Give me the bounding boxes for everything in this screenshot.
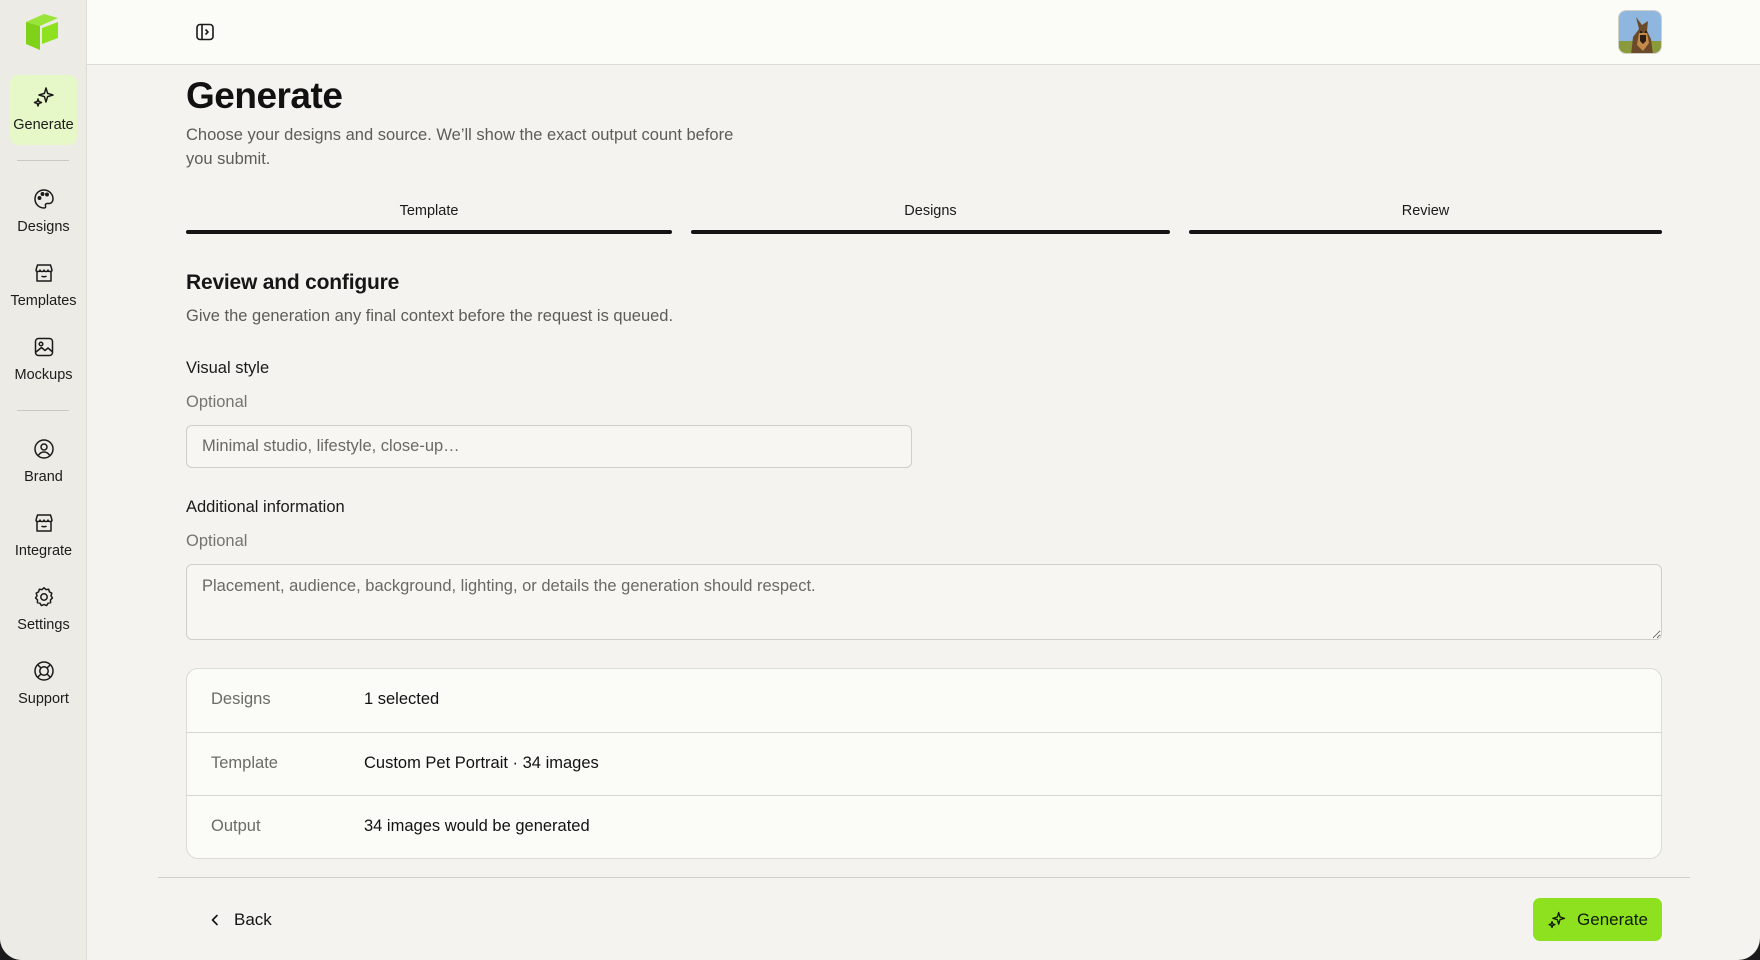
page-subtitle: Choose your designs and source. We’ll sh… <box>186 126 734 168</box>
sidebar-item-label: Designs <box>17 219 70 235</box>
section-subtitle: Give the generation any final context be… <box>186 307 674 325</box>
step-progress-bar <box>1189 230 1662 234</box>
summary-value: Custom Pet Portrait · 34 images <box>364 754 599 772</box>
sidebar-item-brand[interactable]: Brand <box>10 427 77 497</box>
topbar <box>87 0 1760 65</box>
additional-info-textarea[interactable] <box>186 564 1662 640</box>
visual-style-input[interactable] <box>186 425 912 468</box>
sidebar-item-label: Generate <box>13 117 74 133</box>
sidebar-item-generate[interactable]: Generate <box>10 75 77 145</box>
sidebar-item-settings[interactable]: Settings <box>10 575 77 645</box>
summary-row-template: Template Custom Pet Portrait · 34 images <box>187 732 1661 795</box>
step-progress-bar <box>186 230 672 234</box>
step-label: Review <box>1401 203 1450 219</box>
step-template[interactable]: Template <box>186 203 672 234</box>
sidebar-item-label: Mockups <box>14 367 73 383</box>
user-avatar[interactable] <box>1618 10 1662 54</box>
summary-key: Output <box>211 817 261 835</box>
footer-divider <box>158 877 1690 878</box>
lifebuoy-icon <box>33 661 54 681</box>
panel-toggle-icon[interactable] <box>194 21 216 43</box>
sidebar-item-integrate[interactable]: Integrate <box>10 501 77 571</box>
sidebar-item-support[interactable]: Support <box>10 649 77 719</box>
sidebar-item-designs[interactable]: Designs <box>10 177 77 247</box>
step-label: Template <box>399 203 459 219</box>
summary-card: Designs 1 selected Template Custom Pet P… <box>186 668 1662 859</box>
store-icon <box>34 264 53 282</box>
step-review[interactable]: Review <box>1189 203 1662 234</box>
sparkle-icon <box>1548 911 1566 928</box>
section-title: Review and configure <box>186 271 400 294</box>
summary-value: 1 selected <box>364 690 440 708</box>
additional-info-label: Additional information <box>186 498 345 516</box>
sidebar: Generate Designs Templates Mockups Brand… <box>0 0 87 960</box>
back-button[interactable]: Back <box>200 899 280 941</box>
sidebar-item-templates[interactable]: Templates <box>10 251 77 321</box>
back-button-label: Back <box>234 910 272 929</box>
summary-key: Designs <box>211 690 271 708</box>
sidebar-item-label: Settings <box>17 617 70 633</box>
image-icon <box>34 337 53 357</box>
sidebar-item-label: Support <box>18 691 69 707</box>
summary-row-output: Output 34 images would be generated <box>187 795 1661 858</box>
sidebar-item-label: Integrate <box>14 543 73 559</box>
sidebar-divider <box>17 410 69 411</box>
sidebar-item-label: Templates <box>10 293 77 309</box>
sparkle-icon <box>33 87 54 107</box>
page-title: Generate <box>186 75 343 116</box>
step-progress-bar <box>691 230 1170 234</box>
chevron-left-icon <box>211 914 218 926</box>
summary-key: Template <box>211 754 278 772</box>
sidebar-item-label: Brand <box>24 469 63 485</box>
generate-button[interactable]: Generate <box>1533 898 1662 941</box>
app-window: Generate Designs Templates Mockups Brand… <box>0 0 1760 960</box>
dog-avatar-icon <box>1619 11 1661 53</box>
brand-logo-icon[interactable] <box>22 12 62 52</box>
visual-style-label: Visual style <box>186 359 270 377</box>
store-icon <box>34 514 53 532</box>
visual-style-optional-hint: Optional <box>186 393 248 411</box>
sidebar-item-mockups[interactable]: Mockups <box>10 325 77 395</box>
summary-value: 34 images would be generated <box>364 817 590 835</box>
step-label: Designs <box>904 203 957 219</box>
summary-row-designs: Designs 1 selected <box>187 669 1661 732</box>
user-circle-icon <box>33 439 54 459</box>
step-designs[interactable]: Designs <box>691 203 1170 234</box>
generate-button-label: Generate <box>1577 909 1648 929</box>
palette-icon <box>33 189 54 209</box>
gear-icon <box>34 587 53 607</box>
sidebar-divider <box>17 160 69 161</box>
additional-info-optional-hint: Optional <box>186 532 248 550</box>
